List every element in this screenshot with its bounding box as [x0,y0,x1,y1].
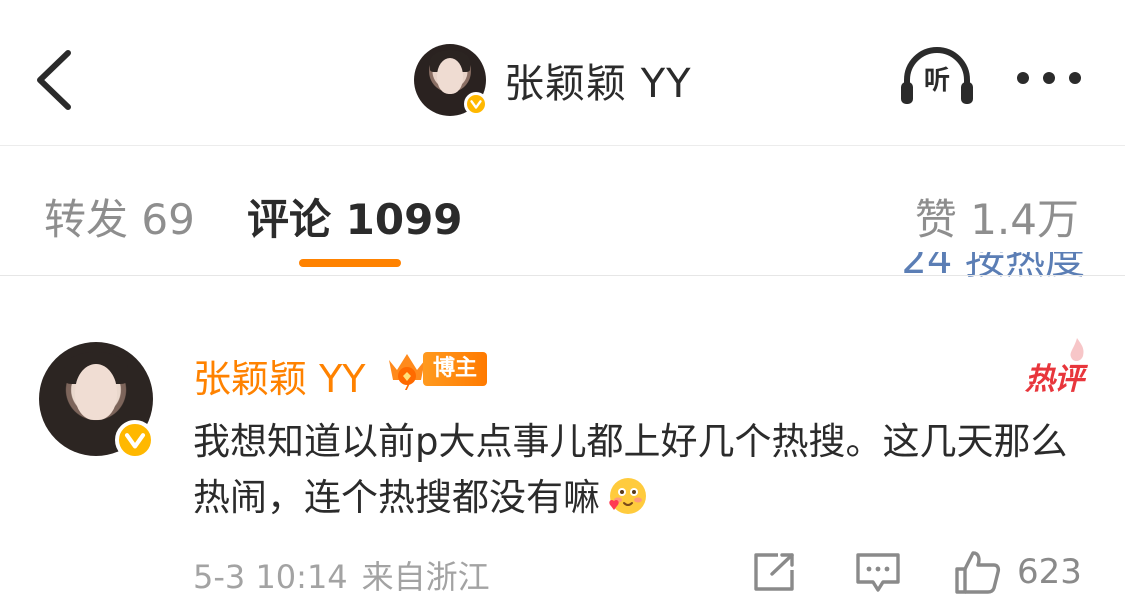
hot-comment-tag: 热评 [1025,362,1084,397]
user-title-group[interactable]: 张颖颖 YY [414,42,692,118]
share-button[interactable] [752,552,796,592]
listen-button[interactable]: 听 [897,42,977,112]
page-title: 张颖颖 YY [504,61,692,107]
tabs-divider [0,275,1125,276]
comment-body: 我想知道以前p大点事儿都上好几个热搜。这几天那么热闹，连个热搜都没有嘛 [193,414,1083,526]
tab-repost[interactable]: 转发 69 [44,186,195,247]
svg-text:7: 7 [404,382,411,392]
comment-detail-page: 张颖颖 YY 听 转发 69 评论 1099 赞 1.4万 24 按热度 张颖颖… [0,0,1125,600]
thumbs-up-icon [955,551,1001,594]
tab-comment[interactable]: 评论 1099 [247,186,463,247]
comment-actions: 623 [0,548,1125,598]
commenter-name[interactable]: 张颖颖 YY [193,348,366,403]
chevron-left-icon [37,50,71,110]
top-navigation-bar: 张颖颖 YY 听 [0,0,1125,145]
share-icon [754,553,794,591]
active-tab-indicator [299,259,401,267]
verified-v-icon [115,420,155,460]
more-dots-icon [1017,72,1081,84]
host-tag: 博主 [423,352,488,386]
back-button[interactable] [30,45,80,115]
like-count: 623 [1017,552,1082,592]
more-button[interactable] [1013,60,1085,96]
shy-emoji-icon [609,478,646,514]
like-button[interactable]: 623 [953,548,1082,596]
avatar[interactable] [414,44,488,116]
host-badge: 7 博主 [385,346,488,392]
tab-like[interactable]: 赞 1.4万 [915,186,1079,247]
reply-button[interactable] [855,552,901,594]
sort-toggle[interactable]: 24 按热度 [901,252,1085,282]
comment-icon [856,553,900,592]
verified-v-icon [464,92,488,116]
commenter-avatar[interactable] [39,342,155,460]
comment-item: 张颖颖 YY 7 博主 热评 我想知道以前p大点事儿都上好几个热搜。这几天那么热… [0,330,1125,600]
listen-label: 听 [923,66,950,96]
